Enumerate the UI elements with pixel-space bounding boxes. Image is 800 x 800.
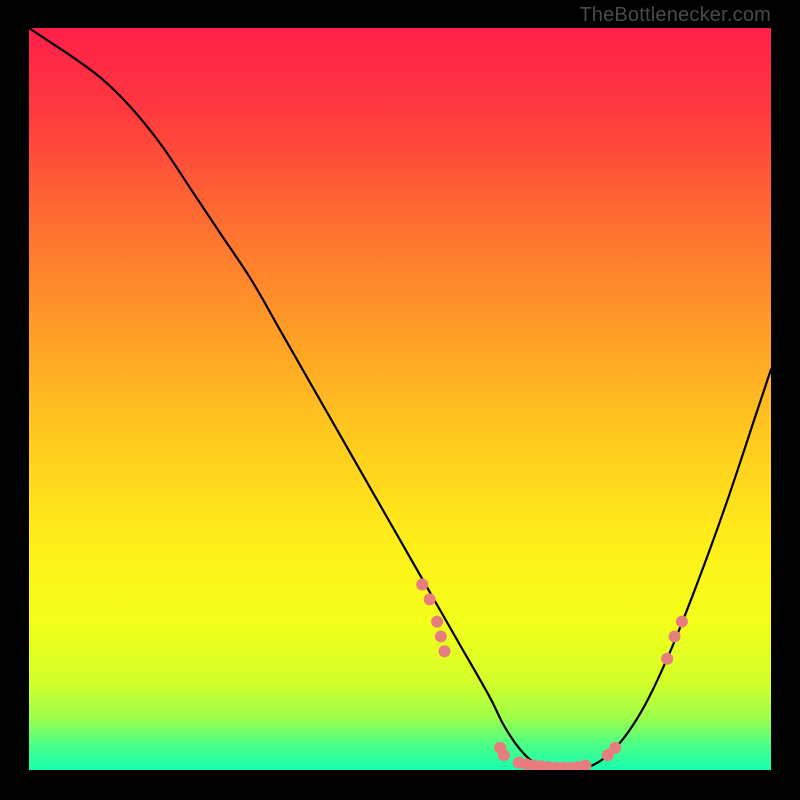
data-marker	[424, 593, 436, 605]
data-marker	[669, 630, 681, 642]
chart-svg	[29, 28, 771, 770]
data-marker	[416, 579, 428, 591]
data-marker	[661, 653, 673, 665]
data-marker	[676, 616, 688, 628]
data-marker	[609, 742, 621, 754]
data-marker	[431, 616, 443, 628]
chart-plot-area	[29, 28, 771, 770]
gradient-background	[29, 28, 771, 770]
chart-stage: TheBottlenecker.com	[0, 0, 800, 800]
data-marker	[439, 645, 451, 657]
data-marker	[435, 630, 447, 642]
watermark-text: TheBottlenecker.com	[579, 4, 771, 27]
data-marker	[498, 749, 510, 761]
